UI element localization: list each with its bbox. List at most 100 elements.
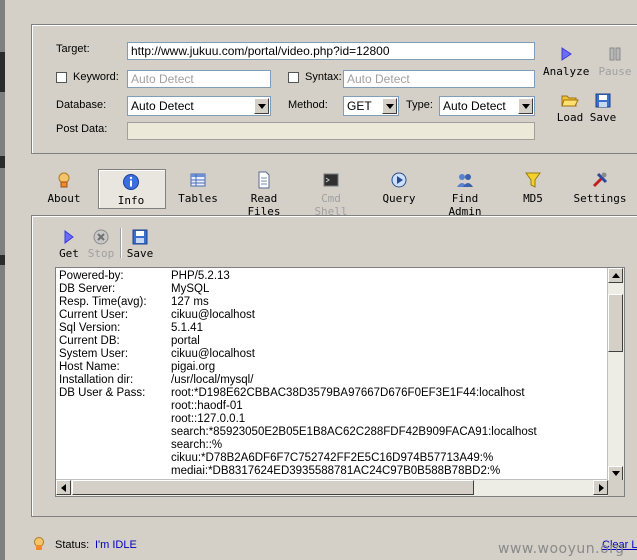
syntax-checkbox[interactable] [288,72,299,83]
info-row: DB Server: MySQL [59,283,209,296]
scroll-down-icon[interactable] [608,466,623,481]
status-icon [34,537,44,550]
users-icon [457,174,473,187]
md5-button[interactable]: MD5 [518,171,548,205]
info-row: System User: cikuu@localhost [59,348,255,361]
stop-button[interactable]: Stop [86,229,116,260]
info-row: Current User: cikuu@localhost [59,309,255,322]
info-row: root::127.0.0.1 [59,413,245,426]
dropdown-arrow-icon[interactable] [382,98,397,114]
stop-icon [93,229,109,245]
cmd-shell-button[interactable]: Cmd Shell [302,171,360,218]
load-button[interactable]: Load [555,93,585,124]
info-label: Info [117,194,145,207]
pause-button[interactable]: Pause [597,46,633,78]
dropdown-arrow-icon[interactable] [518,98,533,114]
save-file-label: Save [589,111,617,124]
info-value: 127 ms [171,296,209,308]
table-icon [190,173,206,187]
info-icon [123,174,139,190]
info-value: 5.1.41 [171,322,203,334]
query-icon [391,172,407,188]
left-edge-block [0,156,5,168]
info-row: Current DB: portal [59,335,200,348]
get-button[interactable]: Get [58,229,80,260]
left-edge-strip [0,0,5,560]
save-file-button[interactable]: Save [588,93,618,124]
info-value: cikuu:*D78B2A6DF6F7C752742FF2E5C16D974B5… [171,452,494,464]
save-info-label: Save [126,247,154,260]
type-select-value: Auto Detect [443,99,506,113]
info-key: Host Name: [59,361,120,373]
info-value: search:*85923050E2B05E1B8AC62C288FDF42B9… [171,426,537,438]
syntax-input[interactable]: Auto Detect [343,70,535,88]
info-row: search:*85923050E2B05E1B8AC62C288FDF42B9… [59,426,537,439]
info-value: pigai.org [171,361,216,373]
info-row: root::haodf-01 [59,400,243,413]
pause-icon [609,47,621,61]
info-key: DB User & Pass: [59,387,146,399]
info-row: cikuu:*D78B2A6DF6F7C752742FF2E5C16D974B5… [59,452,493,465]
left-edge-block [0,52,5,92]
info-row: DB User & Pass: root:*D198E62CBBAC38D3579… [59,387,525,400]
read-files-button[interactable]: Read Files [232,171,296,218]
info-row: Resp. Time(avg): 127 ms [59,296,209,309]
left-edge-block [0,255,5,265]
info-row: mediai:*DB8317624ED3935588781AC24C97B0B5… [59,465,500,478]
info-key: Sql Version: [59,322,121,334]
about-button[interactable]: About [45,171,83,205]
scroll-right-icon[interactable] [593,480,608,495]
vertical-scrollbar[interactable] [607,268,624,481]
horizontal-scrollbar[interactable] [56,479,608,496]
tools-icon [592,172,608,188]
target-input[interactable]: http://www.jukuu.com/portal/video.php?id… [127,42,535,60]
query-button[interactable]: Query [381,171,417,205]
method-select-value: GET [347,99,372,113]
info-value: mediai:*DB8317624ED3935588781AC24C97B0B5… [171,465,501,477]
play-icon [561,47,572,61]
about-label: About [47,192,81,205]
pause-label: Pause [598,65,632,78]
about-icon [58,172,70,188]
funnel-icon [525,172,541,188]
find-admin-button[interactable]: Find Admin [432,171,498,218]
info-row: search::% [59,439,222,452]
info-value: /usr/local/mysql/ [171,374,254,386]
horizontal-scroll-thumb[interactable] [72,480,474,495]
info-output[interactable]: Powered-by: PHP/5.2.13 DB Server: MySQL Resp… [55,267,625,497]
tables-button[interactable]: Tables [178,171,218,205]
type-label: Type: [406,99,433,111]
scroll-up-icon[interactable] [608,268,623,283]
type-select[interactable]: Auto Detect [439,96,535,116]
keyword-label: Keyword: [73,71,119,83]
keyword-checkbox[interactable] [56,72,67,83]
save-info-button[interactable]: Save [126,229,154,260]
analyze-button[interactable]: Analyze [543,46,589,78]
info-value: root:*D198E62CBBAC38D3579BA97667D676F0EF… [171,387,525,399]
syntax-label: Syntax: [305,71,342,83]
database-select[interactable]: Auto Detect [127,96,271,116]
info-value: cikuu@localhost [171,348,255,360]
info-button[interactable]: Info [112,173,150,207]
info-key: DB Server: [59,283,116,295]
info-value: PHP/5.2.13 [171,270,230,282]
postdata-input[interactable] [127,122,535,140]
terminal-icon [323,173,339,187]
info-row: Sql Version: 5.1.41 [59,322,203,335]
info-key: Current User: [59,309,129,321]
status-value: I'm IDLE [95,539,137,551]
status-label: Status: [55,539,90,551]
database-label: Database: [56,99,107,111]
keyword-input[interactable]: Auto Detect [127,70,271,88]
postdata-label: Post Data: [56,123,108,135]
settings-button[interactable]: Settings [573,171,627,205]
dropdown-arrow-icon[interactable] [254,98,269,114]
method-select[interactable]: GET [343,96,399,116]
document-icon [258,171,270,189]
settings-label: Settings [573,192,627,205]
info-key: Powered-by: [59,270,124,282]
vertical-scroll-thumb[interactable] [608,294,623,352]
md5-label: MD5 [523,192,543,205]
info-key: Current DB: [59,335,120,347]
scroll-left-icon[interactable] [56,480,71,495]
